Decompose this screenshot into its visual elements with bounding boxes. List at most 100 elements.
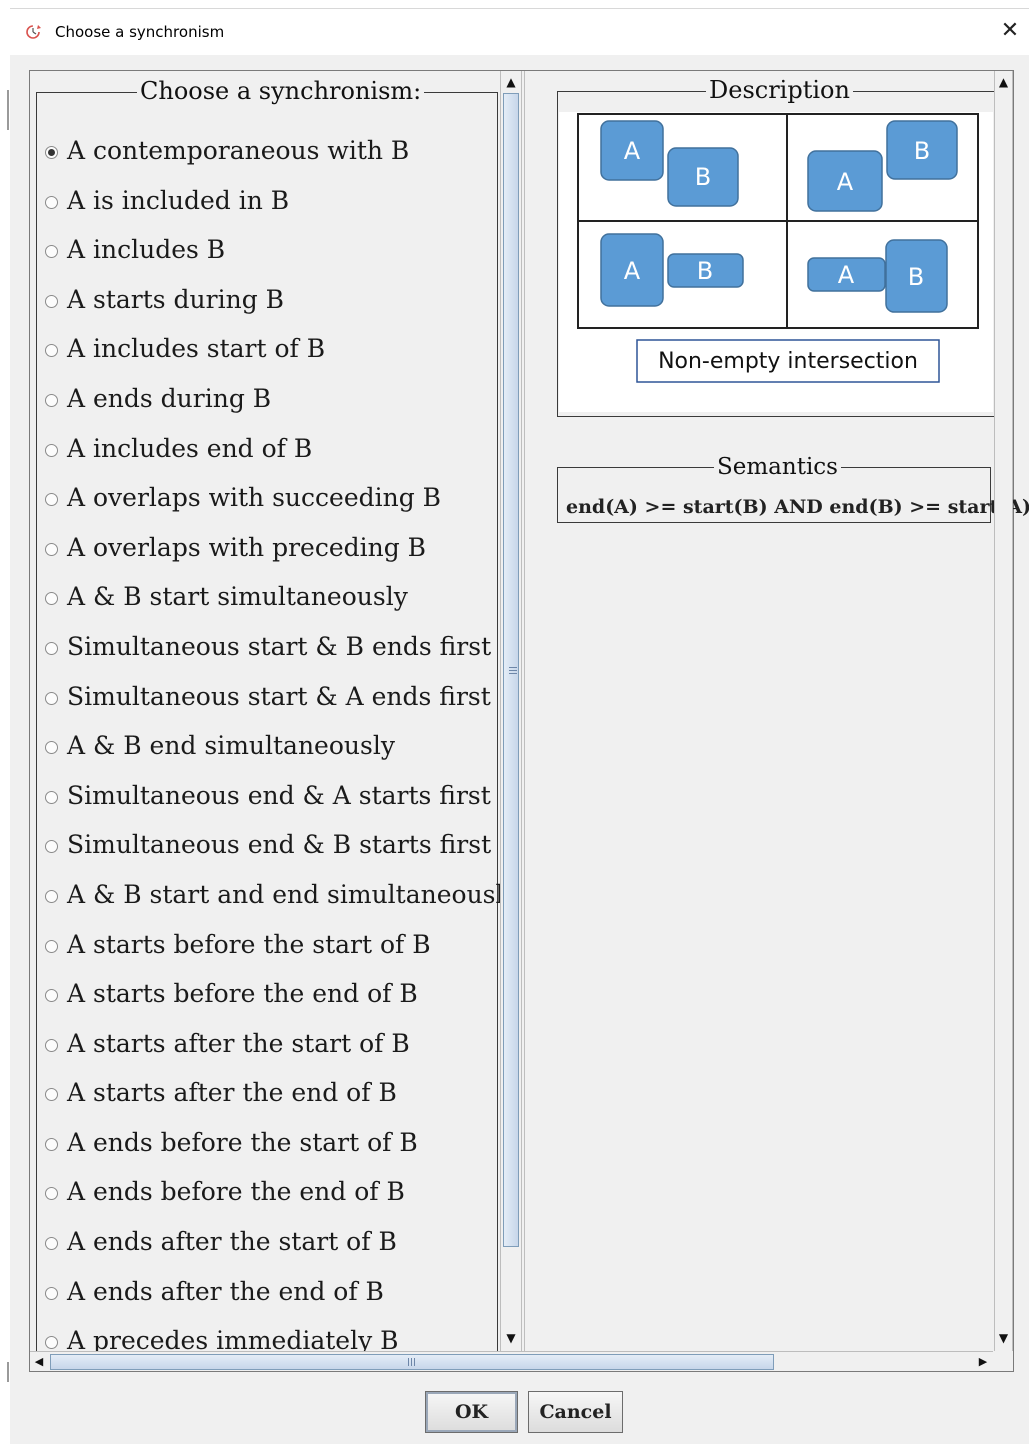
synchronism-dialog: Choose a synchronism ✕ Choose a synchron…: [10, 8, 1029, 1444]
label-a: A: [837, 168, 854, 196]
option-item[interactable]: A starts during B: [45, 282, 518, 332]
option-label: A precedes immediately B: [67, 1326, 399, 1351]
option-label: A & B start simultaneously: [67, 582, 408, 612]
diagram-caption: Non-empty intersection: [658, 349, 918, 374]
option-item[interactable]: A includes end of B: [45, 431, 518, 481]
radio-button[interactable]: [45, 1137, 58, 1151]
title-bar: Choose a synchronism ✕: [10, 9, 1029, 55]
horizontal-scroll-thumb[interactable]: [50, 1354, 774, 1370]
label-b: B: [697, 257, 713, 285]
background-edge: [7, 1362, 9, 1382]
radio-button[interactable]: [45, 493, 58, 507]
scroll-down-arrow-icon[interactable]: ▼: [501, 1329, 521, 1347]
option-label: A overlaps with preceding B: [67, 532, 427, 562]
radio-button[interactable]: [45, 691, 58, 705]
option-item[interactable]: Simultaneous end & B starts first: [45, 827, 518, 877]
option-item[interactable]: A ends before the end of B: [45, 1174, 518, 1224]
description-diagram: A B B A A B A B Non-empty intersection: [559, 112, 993, 412]
option-label: A ends during B: [67, 383, 272, 413]
options-list: A contemporaneous with B A is included in…: [45, 133, 518, 1351]
option-item[interactable]: A overlaps with succeeding B: [45, 480, 518, 530]
ok-button[interactable]: OK: [425, 1391, 518, 1433]
label-b: B: [908, 263, 924, 291]
options-legend: Choose a synchronism:: [137, 77, 425, 105]
option-label: A ends before the end of B: [67, 1177, 405, 1207]
option-item[interactable]: A includes start of B: [45, 331, 518, 381]
horizontal-scrollbar[interactable]: ◀ ▶: [30, 1351, 993, 1371]
option-item[interactable]: A starts before the start of B: [45, 927, 518, 977]
options-group: Choose a synchronism: A contemporaneous …: [36, 77, 518, 1351]
option-label: Simultaneous end & B starts first: [67, 830, 492, 860]
radio-button[interactable]: [45, 1038, 58, 1052]
option-label: A overlaps with succeeding B: [67, 483, 442, 513]
background-edge: [7, 90, 9, 130]
radio-button[interactable]: [45, 939, 58, 953]
radio-button[interactable]: [45, 1286, 58, 1300]
option-item[interactable]: A ends before the start of B: [45, 1125, 518, 1175]
radio-button[interactable]: [45, 344, 58, 358]
scroll-up-arrow-icon[interactable]: ▲: [501, 73, 521, 91]
radio-button[interactable]: [45, 1336, 58, 1350]
radio-button[interactable]: [45, 1187, 58, 1201]
options-pane: Choose a synchronism: A contemporaneous …: [30, 71, 524, 1351]
scroll-right-arrow-icon[interactable]: ▶: [974, 1352, 992, 1371]
scroll-up-arrow-icon[interactable]: ▲: [995, 73, 1012, 91]
option-item[interactable]: A starts after the start of B: [45, 1026, 518, 1076]
label-a: A: [624, 137, 641, 165]
close-icon[interactable]: ✕: [997, 17, 1023, 45]
option-item[interactable]: A precedes immediately B: [45, 1323, 518, 1351]
details-pane: Description A B B A A B A B Non-empty in…: [524, 71, 1029, 1351]
option-label: A is included in B: [67, 185, 290, 215]
radio-button[interactable]: [45, 1088, 58, 1102]
option-item[interactable]: A ends after the end of B: [45, 1274, 518, 1324]
split-pane: Choose a synchronism: A contemporaneous …: [29, 70, 1029, 1372]
option-item[interactable]: A is included in B: [45, 183, 518, 233]
options-vertical-scrollbar[interactable]: ▲ ▼: [500, 71, 522, 1351]
option-item[interactable]: Simultaneous start & A ends first: [45, 679, 518, 729]
radio-button[interactable]: [45, 294, 58, 308]
option-item[interactable]: A & B end simultaneously: [45, 728, 518, 778]
scroll-left-arrow-icon[interactable]: ◀: [30, 1352, 48, 1371]
option-item[interactable]: A contemporaneous with B: [45, 133, 518, 183]
option-item[interactable]: A starts before the end of B: [45, 976, 518, 1026]
option-item[interactable]: Simultaneous start & B ends first: [45, 629, 518, 679]
option-item[interactable]: A & B start simultaneously: [45, 579, 518, 629]
cancel-button[interactable]: Cancel: [528, 1391, 623, 1433]
radio-button[interactable]: [45, 443, 58, 457]
radio-button[interactable]: [45, 146, 58, 159]
option-label: A includes end of B: [67, 433, 313, 463]
option-item[interactable]: A starts after the end of B: [45, 1075, 518, 1125]
option-item[interactable]: Simultaneous end & A starts first: [45, 778, 518, 828]
option-label: A & B start and end simultaneously: [67, 879, 518, 909]
option-label: Simultaneous start & A ends first: [67, 681, 491, 711]
clock-arrow-icon: [26, 25, 41, 39]
option-label: A starts after the start of B: [67, 1028, 410, 1058]
radio-button[interactable]: [45, 840, 58, 854]
radio-button[interactable]: [45, 1237, 58, 1251]
synchronism-diagram: A B B A A B A B Non-empty intersection: [577, 113, 979, 383]
radio-button[interactable]: [45, 889, 58, 903]
radio-button[interactable]: [45, 741, 58, 755]
radio-button[interactable]: [45, 790, 58, 804]
options-scroll-thumb[interactable]: [503, 93, 519, 1247]
semantics-group: Semantics end(A) >= start(B) AND end(B) …: [557, 454, 1029, 523]
radio-button[interactable]: [45, 393, 58, 407]
radio-button[interactable]: [45, 245, 58, 259]
semantics-expression: end(A) >= start(B) AND end(B) >= start(A…: [566, 496, 1029, 518]
radio-button[interactable]: [45, 195, 58, 209]
option-label: Simultaneous start & B ends first: [67, 631, 492, 661]
option-item[interactable]: A overlaps with preceding B: [45, 530, 518, 580]
option-label: A starts during B: [67, 284, 285, 314]
option-label: A includes start of B: [67, 334, 326, 364]
option-item[interactable]: A ends during B: [45, 381, 518, 431]
option-item[interactable]: A ends after the start of B: [45, 1224, 518, 1274]
radio-button[interactable]: [45, 542, 58, 556]
details-vertical-scrollbar[interactable]: ▲ ▼: [994, 71, 1013, 1351]
scroll-down-arrow-icon[interactable]: ▼: [995, 1329, 1012, 1347]
radio-button[interactable]: [45, 989, 58, 1003]
option-item[interactable]: A & B start and end simultaneously: [45, 877, 518, 927]
radio-button[interactable]: [45, 641, 58, 655]
radio-button[interactable]: [45, 592, 58, 606]
option-item[interactable]: A includes B: [45, 232, 518, 282]
label-a: A: [838, 261, 855, 289]
